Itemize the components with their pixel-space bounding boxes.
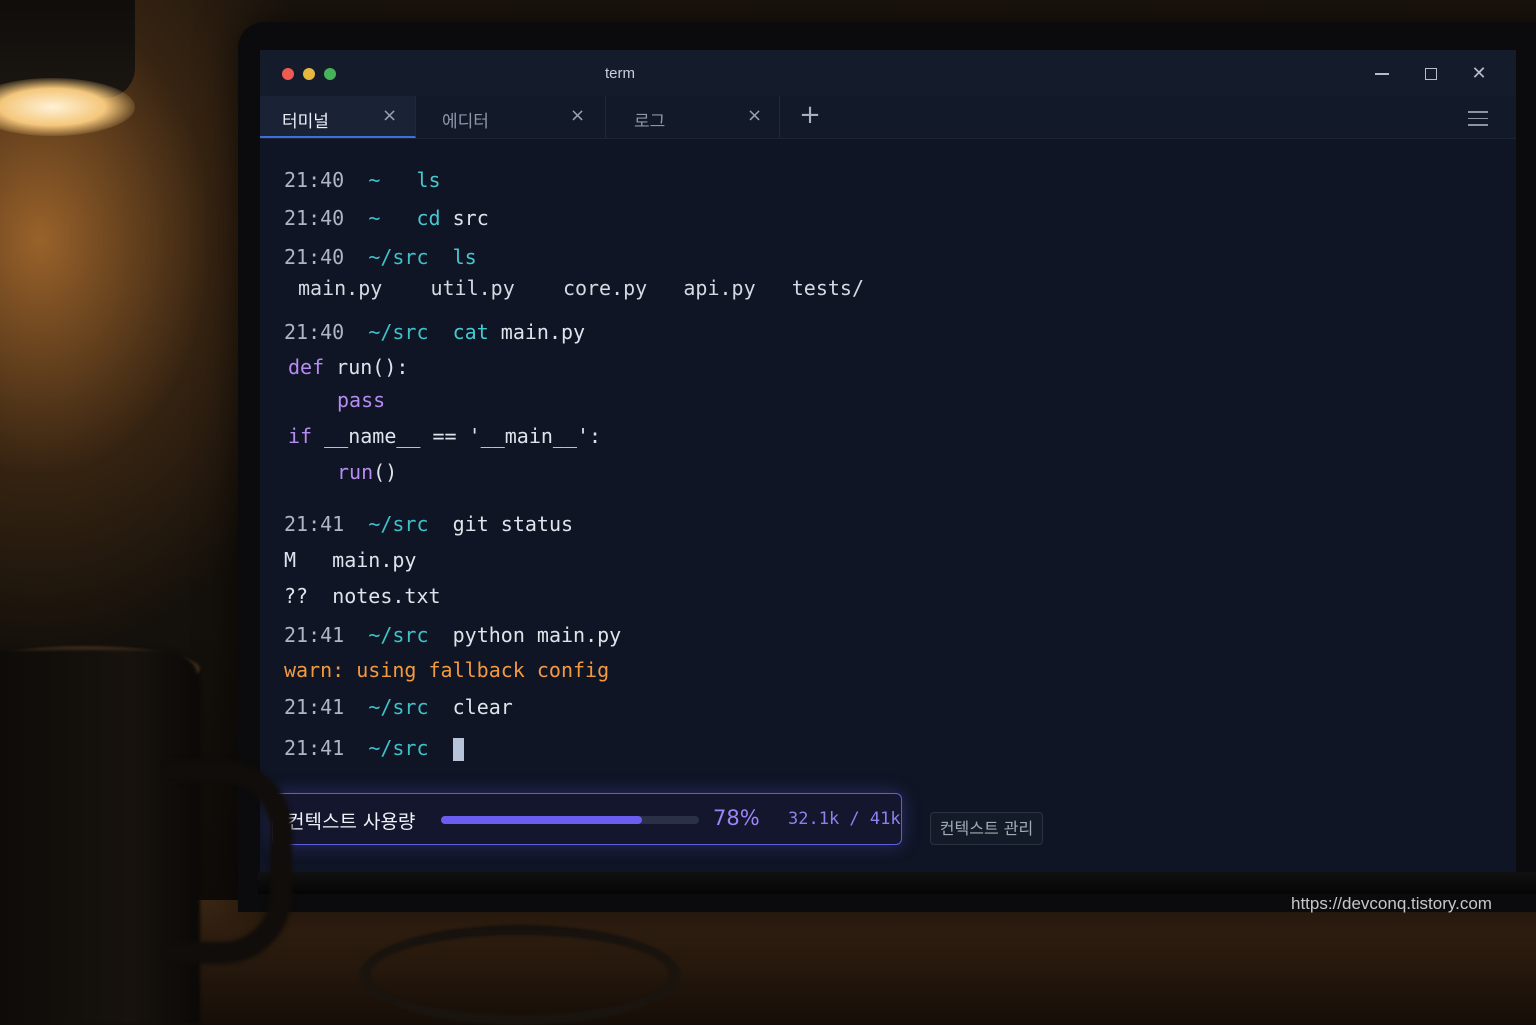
code-line: pass (337, 388, 385, 412)
command: python main.py (452, 623, 622, 647)
tab-editor[interactable]: 에디터 × (416, 96, 606, 138)
prompt-path: ~ (368, 206, 381, 230)
tab-log[interactable]: 로그 × (606, 96, 780, 138)
git-file: main.py (332, 548, 417, 572)
terminal-line: 21:41 ~/src git status (284, 512, 573, 536)
timestamp: 21:41 (284, 512, 345, 536)
timestamp: 21:40 (284, 206, 345, 230)
context-usage-label: 컨텍스트 사용량 (287, 811, 416, 833)
close-icon: ✕ (1471, 63, 1487, 84)
warning-line: warn: using fallback config (284, 658, 610, 682)
window-title: term (605, 65, 635, 82)
timestamp: 21:40 (284, 168, 345, 192)
laptop-hinge (258, 872, 1536, 894)
command-arg: src (452, 206, 489, 230)
context-usage-bar (441, 816, 699, 824)
code-keyword: def (288, 355, 325, 379)
active-prompt[interactable]: 21:41 ~/src (284, 736, 464, 761)
git-status-line: M main.py (284, 548, 416, 572)
cable (360, 925, 680, 1025)
terminal-line: 21:40 ~ cd src (284, 206, 489, 230)
tab-bar: 터미널 × 에디터 × 로그 × + (260, 96, 1516, 139)
minimize-icon (1375, 73, 1389, 75)
code-text: __name__ == '__main__': (312, 424, 602, 448)
tab-label: 에디터 (442, 112, 489, 132)
terminal-output[interactable]: 21:40 ~ ls 21:40 ~ cd src 21:40 ~/src ls… (260, 138, 1516, 872)
code-line: run() (337, 460, 397, 484)
hamburger-menu-icon[interactable] (1468, 111, 1488, 126)
prompt-path: ~/src (368, 245, 429, 269)
file-entry: util.py (430, 276, 515, 300)
command-keyword: cat (452, 320, 489, 344)
watermark-url: https://devconq.tistory.com (1291, 894, 1492, 913)
code-text: () (373, 460, 398, 484)
command: ls (416, 168, 441, 192)
tab-close-icon[interactable]: × (747, 105, 762, 126)
code-keyword: run (337, 460, 374, 484)
prompt-path: ~/src (368, 623, 429, 647)
prompt-path: ~/src (368, 320, 429, 344)
command: ls (452, 245, 477, 269)
file-entry: main.py (298, 276, 383, 300)
prompt-path: ~/src (368, 512, 429, 536)
maximize-icon (1425, 68, 1437, 80)
terminal-line: 21:40 ~/src cat main.py (284, 320, 585, 344)
git-status-code: M (284, 548, 297, 572)
git-file: notes.txt (332, 584, 441, 608)
terminal-line: 21:41 ~/src python main.py (284, 623, 621, 647)
terminal-line: 21:40 ~/src ls (284, 245, 477, 269)
tab-close-icon[interactable]: × (382, 105, 397, 126)
code-keyword: if (288, 424, 313, 448)
context-usage-fill (441, 816, 643, 824)
add-tab-button[interactable]: + (798, 100, 822, 132)
context-usage-percent: 78% (713, 806, 760, 830)
minimize-button[interactable] (1370, 62, 1394, 86)
command-arg: main.py (500, 320, 586, 344)
tab-label: 로그 (634, 112, 666, 132)
timestamp: 21:41 (284, 736, 345, 760)
title-bar: term ✕ (260, 50, 1516, 97)
code-text: run(): (324, 355, 409, 379)
terminal-window: term ✕ 터미널 × 에디터 × 로그 × + 21:40 ~ ls 21:… (260, 50, 1516, 872)
tab-label: 터미널 (282, 112, 329, 132)
terminal-output-line: main.py util.py core.py api.py tests/ (298, 276, 864, 300)
prompt-path: ~/src (368, 695, 429, 719)
code-line: def run(): (288, 355, 408, 379)
git-status-code: ?? (284, 584, 309, 608)
prompt-path: ~ (368, 168, 381, 192)
timestamp: 21:40 (284, 245, 345, 269)
timestamp: 21:41 (284, 695, 345, 719)
timestamp: 21:41 (284, 623, 345, 647)
window-title-wrap: term (260, 65, 1516, 82)
file-entry: tests/ (791, 276, 864, 300)
code-line: if __name__ == '__main__': (288, 424, 601, 448)
maximize-button[interactable] (1419, 62, 1443, 86)
terminal-line: 21:40 ~ ls (284, 168, 441, 192)
tab-close-icon[interactable]: × (570, 105, 585, 126)
context-token-count: 32.1k / 41k (788, 809, 901, 829)
file-entry: core.py (562, 276, 648, 300)
text-cursor (452, 738, 464, 761)
file-entry: api.py (683, 276, 756, 300)
tab-terminal[interactable]: 터미널 × (260, 96, 416, 138)
command-keyword: cd (416, 206, 441, 230)
context-manage-button[interactable]: 컨텍스트 관리 (930, 812, 1043, 845)
close-button[interactable]: ✕ (1467, 62, 1491, 86)
code-keyword: pass (337, 388, 386, 412)
command: clear (452, 695, 513, 719)
terminal-line: 21:41 ~/src clear (284, 695, 513, 719)
git-status-line: ?? notes.txt (284, 584, 441, 608)
prompt-path: ~/src (368, 736, 429, 760)
timestamp: 21:40 (284, 320, 345, 344)
context-usage-panel: 컨텍스트 사용량 78% 32.1k / 41k (272, 793, 902, 845)
command: git status (452, 512, 574, 536)
mug-handle (160, 760, 292, 964)
